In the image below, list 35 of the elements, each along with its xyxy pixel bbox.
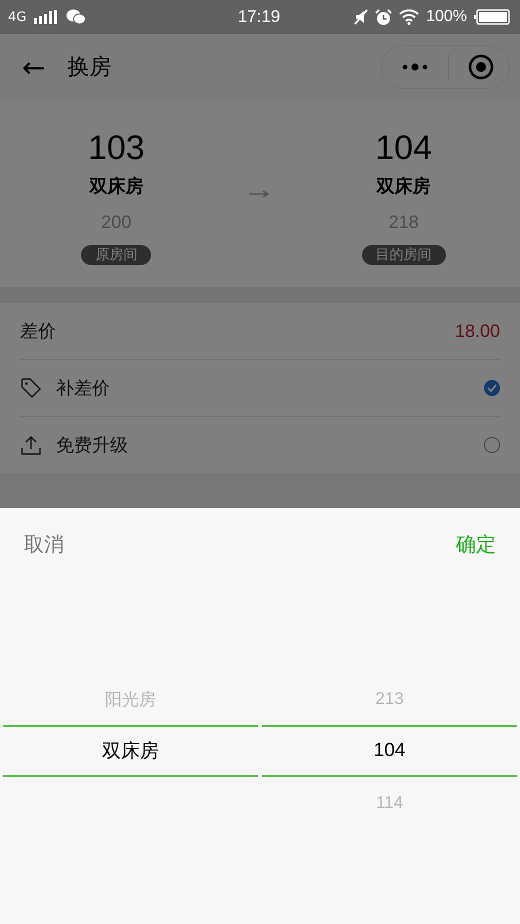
cancel-button[interactable]: 取消 <box>22 528 66 560</box>
option-label: 免费升级 <box>56 434 129 457</box>
room-tag: 目的房间 <box>362 245 446 265</box>
difference-label: 差价 <box>20 320 57 343</box>
battery-icon <box>474 9 510 25</box>
page-title: 换房 <box>67 54 112 82</box>
alarm-icon <box>375 8 392 26</box>
tag-icon <box>20 377 42 399</box>
difference-value: 18.00 <box>454 320 500 342</box>
confirm-button[interactable]: 确定 <box>454 528 498 560</box>
arrow-icon <box>248 190 271 198</box>
back-button[interactable]: ← <box>18 50 50 84</box>
room-type: 双床房 <box>89 175 144 198</box>
network-label: 4G <box>8 10 26 24</box>
radio-button[interactable] <box>484 437 500 453</box>
mute-icon <box>354 9 368 25</box>
chat-icon <box>66 9 86 25</box>
room-number: 104 <box>375 128 432 168</box>
room-number: 103 <box>88 128 145 168</box>
check-icon <box>486 382 498 394</box>
more-icon[interactable] <box>400 62 430 72</box>
radio-button[interactable] <box>484 380 500 396</box>
option-row[interactable]: 免费升级 <box>20 417 500 473</box>
clock-time: 17:19 <box>238 7 280 27</box>
close-icon[interactable] <box>467 53 495 81</box>
battery-percent: 100% <box>426 8 467 26</box>
wifi-icon <box>399 9 420 25</box>
option-label: 补差价 <box>56 377 111 400</box>
option-row[interactable]: 补差价 <box>20 360 500 417</box>
upload-icon <box>20 434 42 456</box>
picker-option[interactable]: 双床房 <box>3 725 258 777</box>
signal-icon <box>34 10 58 24</box>
room-type: 双床房 <box>376 175 431 198</box>
picker-option[interactable]: 104 <box>262 725 517 777</box>
room-tag: 原房间 <box>81 245 152 265</box>
